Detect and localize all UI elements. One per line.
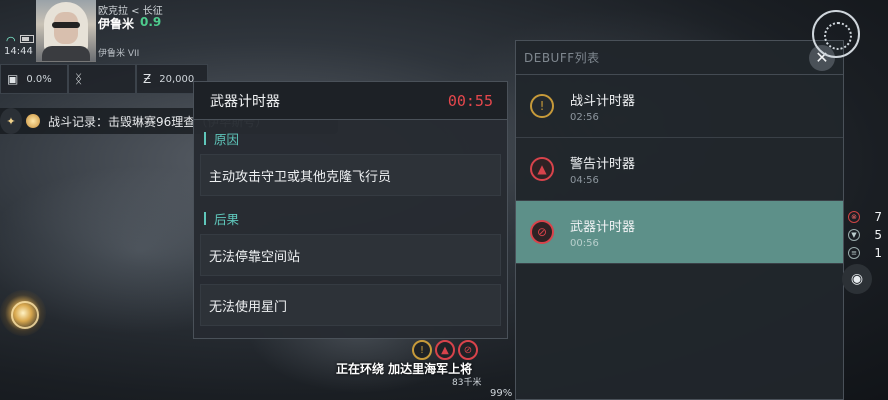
debuff-title: DEBUFF列表 [524,51,600,65]
hostile-icon: ⊗ [848,211,860,223]
cause-text: 主动攻击守卫或其他克隆飞行员 [200,154,501,196]
hostile-counter[interactable]: ⊗ 7 [848,208,888,226]
debuff-header: DEBUFF列表 ✕ [516,41,843,75]
neutral-counter[interactable]: ▼ 5 [848,226,888,244]
pilot-portrait[interactable] [36,0,96,62]
battery-icon [20,35,34,43]
effect-item: 无法使用星门 [200,284,501,326]
list-counter[interactable]: ≡ 1 [848,244,888,262]
effect-label: 后果 [204,208,507,228]
debuff-time: 04:56 [570,174,599,186]
debuff-item-warning-timer[interactable]: ▲ 警告计时器 04:56 [516,138,843,201]
cargo-stat[interactable]: ▣ 0.0% [0,64,68,94]
combat-timer-icon: ! [530,94,554,118]
warning-timer-icon: ▲ [530,157,554,181]
cause-label: 原因 [204,128,507,148]
debuff-list-panel: DEBUFF列表 ✕ ! 战斗计时器 02:56 ▲ 警告计时器 04:56 ⊘… [515,40,844,400]
cross-x-icon: ᛝ [75,72,83,86]
sun-icon [26,114,40,128]
ship-stats: ▣ 0.0% ᛝ Ƶ 20,000 [0,64,208,94]
security-status: 0.9 [140,15,162,29]
clock: 14:44 [4,46,33,57]
debuff-item-weapon-timer[interactable]: ⊘ 武器计时器 00:56 [516,201,843,264]
debuff-name: 武器计时器 [570,219,636,235]
hud-ring-icon[interactable] [812,10,860,58]
weapon-timer-icon: ⊘ [530,220,554,244]
active-timer-icons[interactable]: ! ▲ ⊘ [412,340,478,360]
eye-button[interactable]: ◉ [842,264,872,294]
detail-header: 武器计时器 00:55 [194,82,507,120]
lightbulb-icon[interactable]: ✦ [0,108,22,134]
debuff-name: 警告计时器 [570,156,636,172]
weapon-timer-detail-panel: 武器计时器 00:55 原因 主动攻击守卫或其他克隆飞行员 后果 无法停靠空间站… [193,81,508,339]
combat-timer-icon[interactable]: ! [412,340,432,360]
star-icon[interactable] [0,290,46,336]
cargo-icon: ▣ [7,72,19,86]
percent-readout: 99% [490,388,513,399]
eye-icon: ◉ [850,271,864,287]
debuff-item-combat-timer[interactable]: ! 战斗计时器 02:56 [516,75,843,138]
nav-stat[interactable]: ᛝ [68,64,136,94]
detail-countdown: 00:55 [447,91,493,110]
neutral-icon: ▼ [848,229,860,241]
debuff-time: 00:56 [570,237,599,249]
distance-readout: 83千米 [452,378,482,388]
local-counters: ⊗ 7 ▼ 5 ≡ 1 [848,208,888,262]
system-name[interactable]: 伊鲁米 [98,15,134,32]
warning-timer-icon[interactable]: ▲ [435,340,455,360]
weapon-timer-icon[interactable]: ⊘ [458,340,478,360]
location-label: 伊鲁米 VII [98,49,140,59]
detail-title: 武器计时器 [210,93,280,110]
list-icon: ≡ [848,247,860,259]
z-icon: Ƶ [143,72,152,86]
effect-item: 无法停靠空间站 [200,234,501,276]
debuff-name: 战斗计时器 [570,93,636,109]
debuff-time: 02:56 [570,111,599,123]
